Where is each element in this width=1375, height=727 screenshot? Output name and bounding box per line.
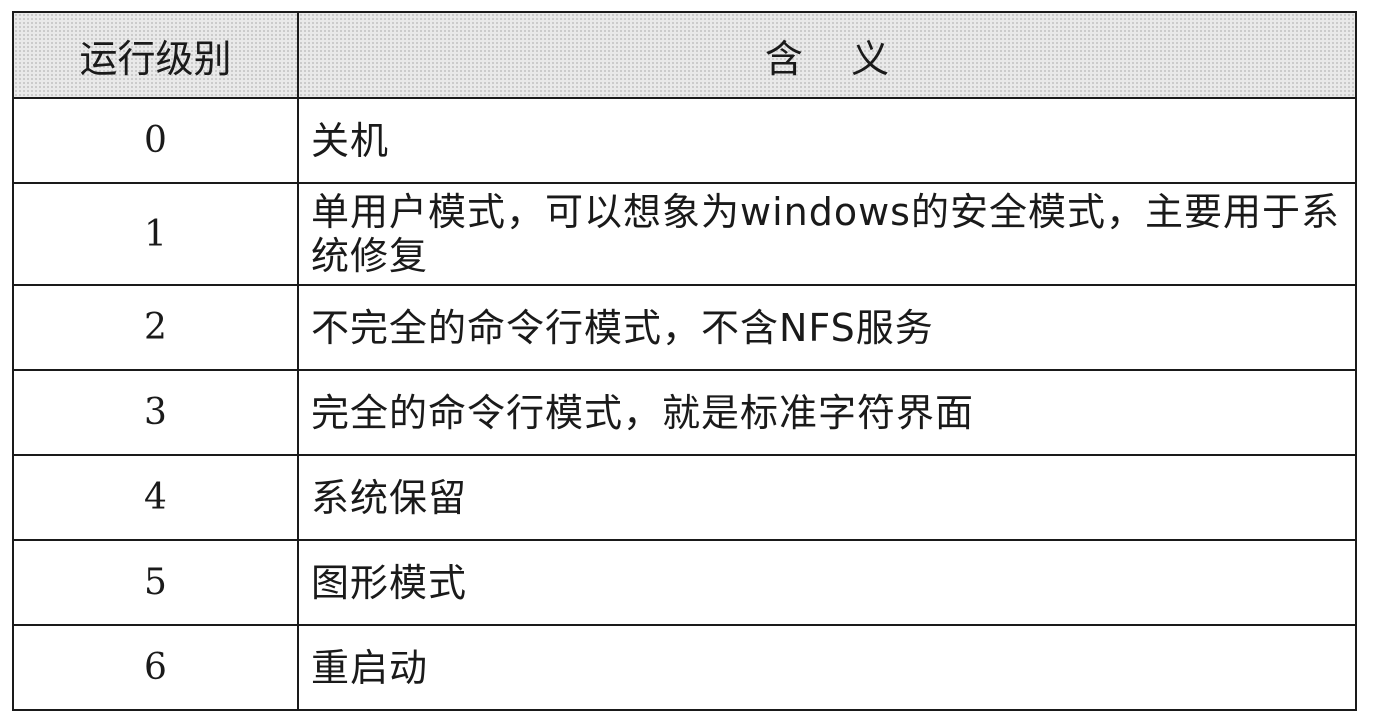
runlevel-table: 运行级别 含 义 0 关机 1 单用户模式，可以想象为windows的安全模式，…: [12, 11, 1357, 711]
meaning-text: 单用户模式，可以想象为windows的安全模式，主要用于系统修复: [311, 190, 1340, 278]
meaning-cell: 关机: [297, 97, 1357, 184]
meaning-text: 完全的命令行模式，就是标准字符界面: [311, 390, 975, 435]
header-meaning: 含 义: [297, 11, 1357, 99]
table-row: 1 单用户模式，可以想象为windows的安全模式，主要用于系统修复: [12, 182, 1357, 286]
runlevel-cell: 6: [12, 624, 299, 711]
header-row: 运行级别 含 义: [12, 11, 1357, 99]
meaning-cell: 不完全的命令行模式，不含NFS服务: [297, 284, 1357, 371]
table-row: 2 不完全的命令行模式，不含NFS服务: [12, 284, 1357, 371]
table-header: 运行级别 含 义: [12, 11, 1357, 99]
meaning-cell: 系统保留: [297, 454, 1357, 541]
runlevel-cell: 5: [12, 539, 299, 626]
runlevel-cell: 1: [12, 182, 299, 286]
runlevel-cell: 0: [12, 97, 299, 184]
table-row: 4 系统保留: [12, 454, 1357, 541]
table-row: 6 重启动: [12, 624, 1357, 711]
table-row: 3 完全的命令行模式，就是标准字符界面: [12, 369, 1357, 456]
meaning-cell: 完全的命令行模式，就是标准字符界面: [297, 369, 1357, 456]
meaning-cell: 单用户模式，可以想象为windows的安全模式，主要用于系统修复: [297, 182, 1357, 286]
meaning-text: 不完全的命令行模式，不含NFS服务: [311, 305, 934, 350]
table-row: 0 关机: [12, 97, 1357, 184]
table-body: 0 关机 1 单用户模式，可以想象为windows的安全模式，主要用于系统修复 …: [12, 97, 1357, 711]
table-row: 5 图形模式: [12, 539, 1357, 626]
meaning-text: 重启动: [311, 645, 429, 690]
runlevel-cell: 4: [12, 454, 299, 541]
meaning-cell: 重启动: [297, 624, 1357, 711]
runlevel-cell: 3: [12, 369, 299, 456]
meaning-text: 系统保留: [311, 475, 468, 520]
header-runlevel: 运行级别: [12, 11, 299, 99]
runlevel-cell: 2: [12, 284, 299, 371]
meaning-text: 图形模式: [311, 560, 468, 605]
meaning-text: 关机: [311, 118, 390, 163]
meaning-cell: 图形模式: [297, 539, 1357, 626]
